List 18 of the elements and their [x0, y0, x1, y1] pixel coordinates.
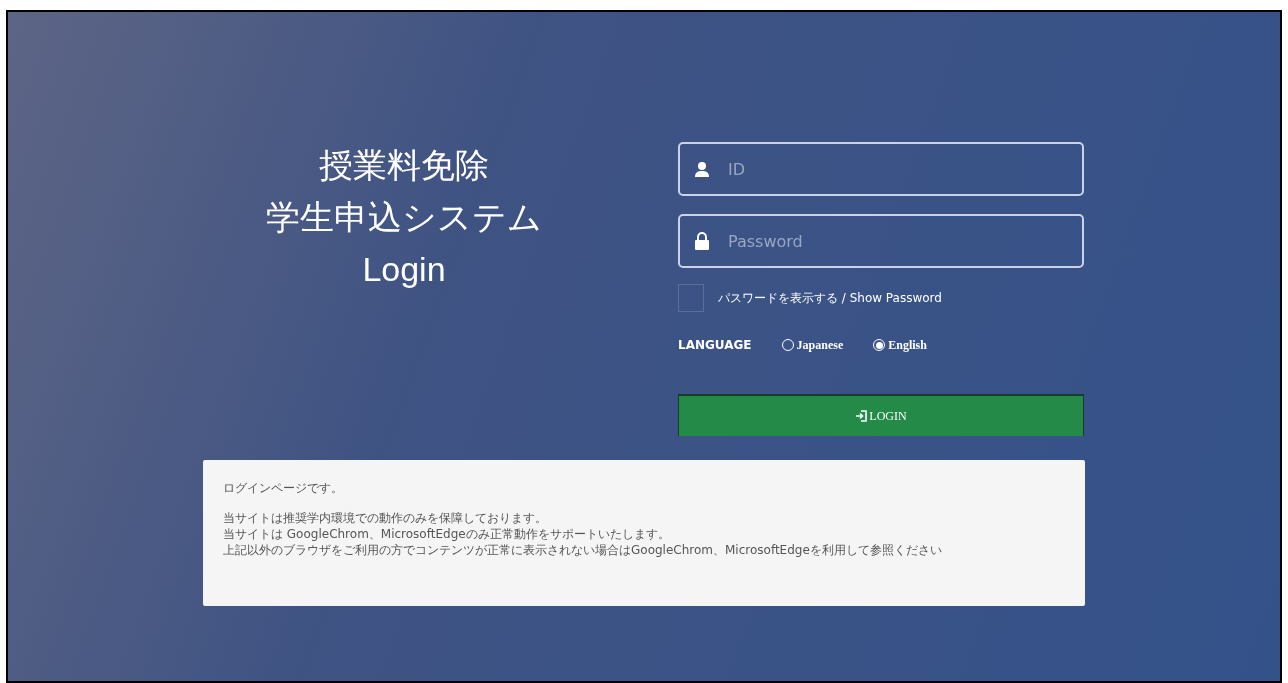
notice-heading: ログインページです。 [223, 480, 344, 496]
title-line: 学生申込システム [266, 197, 542, 238]
notice-text: 上記以外のブラウザをご利用の方でコンテンツが正常に表示されない場合はGoogleChrom、MicrosoftEdgeを利用して参照ください [223, 542, 943, 558]
show-password-checkbox[interactable] [678, 284, 704, 312]
login-icon [855, 410, 868, 422]
id-field[interactable]: ID [678, 142, 1084, 196]
notice-text: 当サイトは推奨学内環境での動作のみを保障しております。 [223, 510, 548, 526]
password-field[interactable]: Password [678, 214, 1084, 268]
user-icon [694, 161, 710, 177]
login-button[interactable]: LOGIN [678, 394, 1084, 436]
radio-label: Japanese [796, 337, 844, 354]
notice-text: 当サイトは GoogleChrom、MicrosoftEdgeのみ正常動作をサポートいたします。 [223, 526, 671, 542]
title-line: 授業料免除 [319, 145, 489, 186]
title-line: Login [362, 249, 446, 290]
radio-label: English [888, 337, 927, 354]
show-password-label: パスワードを表示する / Show Password [718, 290, 942, 307]
lock-icon [694, 232, 710, 250]
language-label: LANGUAGE [678, 337, 752, 354]
